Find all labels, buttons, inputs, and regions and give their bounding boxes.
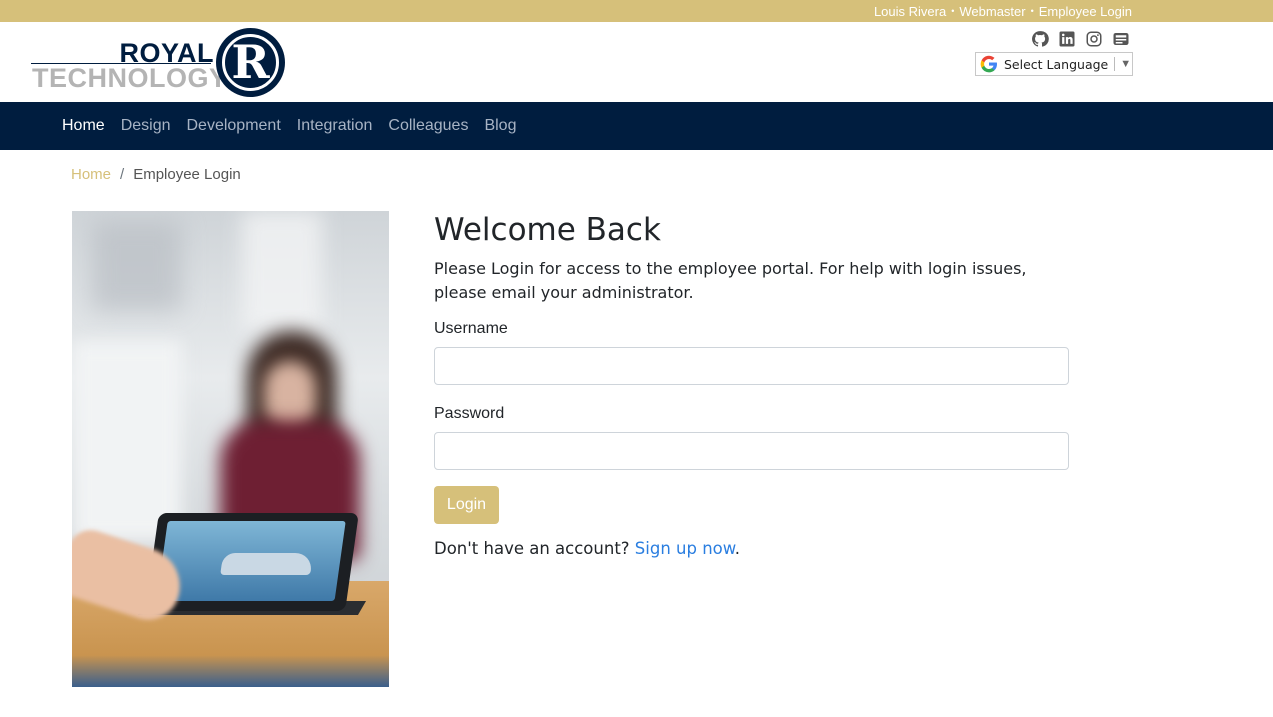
google-g-icon xyxy=(979,54,999,74)
crumb-separator: • xyxy=(1030,6,1034,16)
hero-photo xyxy=(72,211,389,687)
user-name-link[interactable]: Louis Rivera xyxy=(874,4,946,19)
instagram-icon[interactable] xyxy=(1085,30,1103,48)
logo-seal-icon: R xyxy=(216,28,285,97)
photo-blur-shape xyxy=(242,211,322,331)
breadcrumb-home-link[interactable]: Home xyxy=(71,166,111,183)
breadcrumb: Home / Employee Login xyxy=(71,166,241,183)
login-button[interactable]: Login xyxy=(434,486,499,524)
breadcrumb-separator: / xyxy=(120,166,125,183)
signup-line: Don't have an account? Sign up now. xyxy=(434,539,1074,558)
crumb-separator: • xyxy=(951,6,955,16)
nav-item-colleagues[interactable]: Colleagues xyxy=(380,117,476,135)
username-input[interactable] xyxy=(434,347,1069,385)
signup-suffix: . xyxy=(734,539,740,558)
nav-item-home[interactable]: Home xyxy=(54,117,113,135)
nav-item-integration[interactable]: Integration xyxy=(289,117,381,135)
sign-up-link[interactable]: Sign up now xyxy=(635,539,735,558)
breadcrumb-current: Employee Login xyxy=(133,166,241,183)
mailbox-icon[interactable] xyxy=(1112,30,1130,48)
photo-blur-shape xyxy=(92,221,182,311)
github-icon[interactable] xyxy=(1031,30,1049,48)
linkedin-icon[interactable] xyxy=(1058,30,1076,48)
signup-prompt: Don't have an account? xyxy=(434,539,630,558)
logo-line-technology: TECHNOLOGY xyxy=(32,63,228,93)
password-input[interactable] xyxy=(434,432,1069,470)
royal-technology-logo[interactable]: ROYAL TECHNOLOGY R xyxy=(31,28,287,98)
dropdown-arrow-icon: ▼ xyxy=(1120,58,1132,70)
photo-tablet-screen xyxy=(156,521,346,601)
username-label: Username xyxy=(434,320,508,337)
language-divider xyxy=(1114,57,1116,71)
employee-login-link[interactable]: Employee Login xyxy=(1039,4,1132,19)
nav-item-development[interactable]: Development xyxy=(179,117,289,135)
main-nav: Home Design Development Integration Coll… xyxy=(0,102,1273,150)
social-links xyxy=(1031,30,1130,48)
logo-seal-letter: R xyxy=(231,35,270,89)
site-header: ROYAL TECHNOLOGY R Select Language ▼ xyxy=(0,22,1273,102)
password-label: Password xyxy=(434,405,505,422)
page-title: Welcome Back xyxy=(434,212,661,248)
login-intro-text: Please Login for access to the employee … xyxy=(434,259,1027,302)
photo-blur-shape xyxy=(72,341,182,541)
top-utility-bar: Louis Rivera • Webmaster • Employee Login xyxy=(0,0,1273,22)
language-label: Select Language xyxy=(1004,56,1109,72)
user-crumbs: Louis Rivera • Webmaster • Employee Login xyxy=(874,4,1132,19)
user-role-link[interactable]: Webmaster xyxy=(959,4,1025,19)
photo-car-shape xyxy=(220,553,314,575)
nav-item-blog[interactable]: Blog xyxy=(476,117,524,135)
nav-item-design[interactable]: Design xyxy=(113,117,179,135)
login-panel: Welcome Back Please Login for access to … xyxy=(434,211,1074,558)
language-selector[interactable]: Select Language ▼ xyxy=(975,52,1133,76)
